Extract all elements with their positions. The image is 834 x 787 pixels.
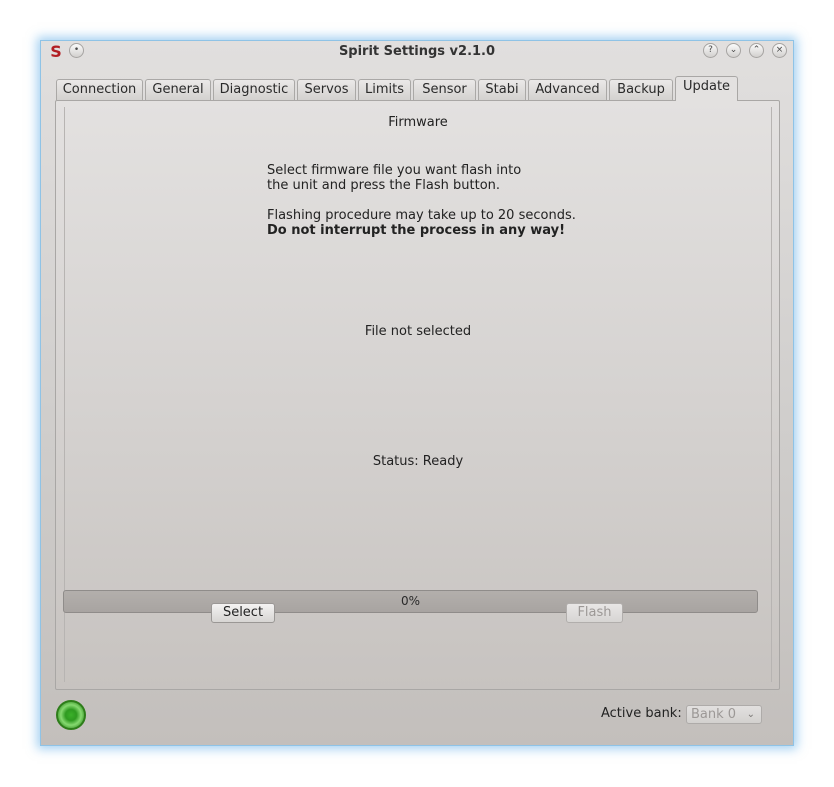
tab-stabi[interactable]: Stabi [478,79,526,100]
connection-status-led [56,700,86,730]
flash-progress-bar: 0% [63,590,758,613]
chevron-down-icon: ⌄ [746,709,755,720]
active-bank-value: Bank 0 [691,707,737,722]
flash-button[interactable]: Flash [566,603,623,623]
tab-advanced[interactable]: Advanced [528,79,607,100]
tab-general[interactable]: General [145,79,211,100]
maximize-button[interactable]: ⌃ [749,43,764,58]
tab-servos[interactable]: Servos [297,79,356,100]
active-bank-label: Active bank: [601,706,682,721]
window-title: Spirit Settings v2.1.0 [338,44,496,59]
main-window: S • Spirit Settings v2.1.0 ? ⌄ ⌃ × Conne… [40,40,794,746]
title-bar: S • Spirit Settings v2.1.0 ? ⌄ ⌃ × [41,41,793,63]
tab-connection[interactable]: Connection [56,79,143,100]
file-status-label: File not selected [364,324,472,339]
help-button[interactable]: ? [703,43,718,58]
status-label: Status: Ready [372,454,464,469]
warning-line: Flashing procedure may take up to 20 sec… [267,208,576,223]
close-button[interactable]: × [772,43,787,58]
warning-bold-line: Do not interrupt the process in any way! [267,223,566,238]
update-panel: Firmware Select firmware file you want f… [55,100,780,690]
tab-backup[interactable]: Backup [609,79,673,100]
tab-sensor[interactable]: Sensor [413,79,476,100]
tab-limits[interactable]: Limits [358,79,411,100]
instruction-line-2: the unit and press the Flash button. [267,178,501,193]
tab-diagnostic[interactable]: Diagnostic [213,79,295,100]
tab-update[interactable]: Update [675,76,738,101]
firmware-group-title: Firmware [388,115,448,130]
firmware-group: Firmware Select firmware file you want f… [63,107,772,682]
minimize-button[interactable]: ⌄ [726,43,741,58]
select-button[interactable]: Select [211,603,275,623]
active-bank-select[interactable]: Bank 0 ⌄ [686,705,762,724]
instruction-line-1: Select firmware file you want flash into [267,163,522,178]
